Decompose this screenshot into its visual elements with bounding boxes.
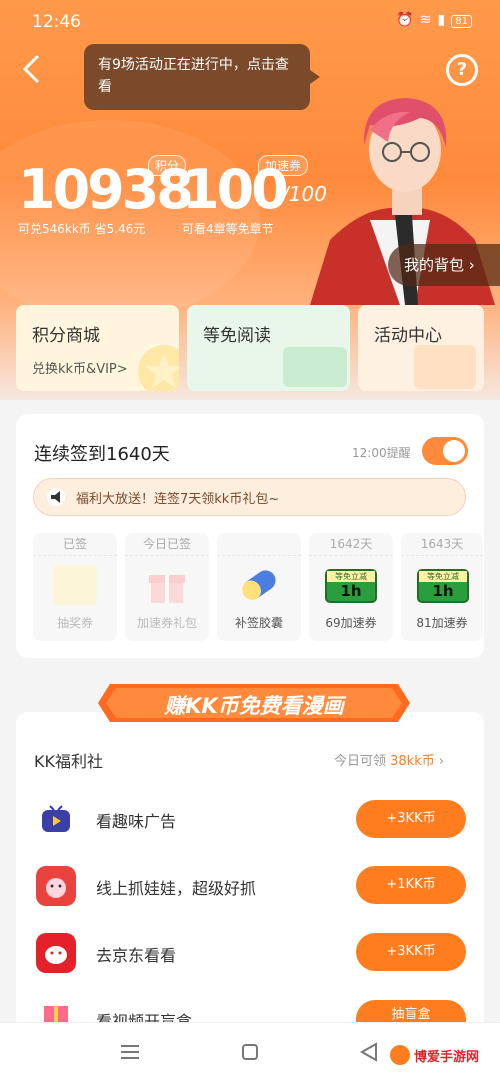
sign-in-title: 连续签到1640天	[34, 444, 170, 465]
chevron-right-icon: ›	[438, 754, 445, 769]
sign-day-4[interactable]: 1642天 等免立减 1h 69加速券	[309, 533, 393, 641]
signal-icon: ▮	[437, 12, 452, 28]
day-reward: 加速券礼包	[136, 616, 197, 630]
watermark-text: 博爱手游网	[414, 1050, 480, 1065]
jd-icon	[36, 933, 76, 973]
voucher-value: 1h	[340, 582, 362, 600]
battery-icon: 81	[451, 15, 472, 28]
my-bag-label: 我的背包	[404, 256, 465, 274]
wait-free-title: 等免阅读	[203, 326, 271, 346]
activity-center-card[interactable]: 活动中心	[358, 305, 484, 391]
day-header: 1642天	[309, 533, 393, 556]
welfare-claim-button[interactable]: +3KK币	[356, 800, 466, 838]
day-reward: 抽奖券	[56, 616, 93, 630]
gift-box-icon	[414, 345, 476, 389]
points-mall-card[interactable]: 积分商城 兑换kk币&VIP>	[16, 305, 179, 391]
voucher-icon	[283, 347, 347, 387]
menu-icon[interactable]	[120, 1043, 140, 1061]
day-reward: 69加速券	[325, 616, 377, 630]
activity-tooltip[interactable]: 有9场活动正在进行中，点击查看	[84, 44, 320, 110]
voucher-value: 1h	[432, 582, 454, 600]
speed-voucher-tag: 加速券	[258, 155, 309, 176]
sign-day-2[interactable]: 今日已签 加速券礼包	[125, 533, 209, 641]
activity-center-title: 活动中心	[374, 326, 442, 346]
status-icons: ⏰≋▮ 81	[396, 12, 472, 28]
welfare-claim-button[interactable]: +3KK币	[356, 933, 466, 971]
day-reward: 81加速券	[416, 616, 468, 630]
sign-day-1[interactable]: 已签 抽奖券	[33, 533, 117, 641]
day-header: 1643天	[401, 533, 483, 556]
tv-icon	[36, 800, 76, 840]
sign-day-5[interactable]: 1643天 等免立减 1h 81加速券	[401, 533, 483, 641]
lottery-ticket-icon	[53, 565, 97, 605]
megaphone-icon	[47, 488, 65, 506]
welfare-item-label: 看趣味广告	[96, 812, 177, 831]
points-subtitle: 可兑546kk币 省5.46元	[18, 222, 146, 236]
welfare-title: KK福利社	[34, 752, 103, 771]
speed-voucher-icon: 等免立减 1h	[417, 569, 469, 603]
sign-in-notice[interactable]: 福利大放送！连签7天领kk币礼包~	[33, 478, 466, 516]
remind-toggle[interactable]	[422, 437, 468, 465]
alarm-icon: ⏰	[396, 12, 420, 28]
points-tag: 积分	[148, 155, 187, 176]
notice-text: 福利大放送！连签7天领kk币礼包~	[76, 492, 280, 507]
status-bar: 12:46 ⏰≋▮ 81	[0, 0, 500, 44]
speed-voucher-subtitle: 可看4章等免章节	[182, 222, 274, 236]
welfare-claim-button[interactable]: +1KK币	[356, 866, 466, 904]
day-header	[217, 533, 301, 556]
speed-voucher-icon: 等免立减 1h	[325, 569, 377, 603]
banner-text: 赚KK币免费看漫画	[164, 694, 344, 718]
capsule-icon	[242, 570, 276, 600]
star-icon	[138, 345, 179, 391]
day-reward: 补签胶囊	[234, 616, 283, 630]
day-header: 已签	[33, 533, 117, 556]
clock: 12:46	[32, 12, 81, 32]
help-icon[interactable]: ?	[446, 54, 478, 86]
claw-machine-icon	[36, 866, 76, 906]
sign-day-3[interactable]: 补签胶囊	[217, 533, 301, 641]
home-icon[interactable]	[241, 1043, 259, 1061]
chevron-right-icon: ›	[468, 256, 475, 274]
wait-free-reading-card[interactable]: 等免阅读	[187, 305, 350, 391]
wifi-icon: ≋	[419, 12, 438, 28]
speed-voucher-total: /100	[282, 182, 327, 206]
voucher-top-label: 等免立减	[419, 571, 467, 582]
voucher-top-label: 等免立减	[327, 571, 375, 582]
welfare-item-label: 去京东看看	[96, 946, 177, 965]
welfare-item-label: 线上抓娃娃，超级好抓	[96, 879, 257, 898]
welfare-claim-button[interactable]: 抽盲盒	[356, 1000, 466, 1022]
day-header: 今日已签	[125, 533, 209, 556]
my-bag-button[interactable]: 我的背包 ›	[388, 244, 500, 286]
watermark-icon	[390, 1045, 410, 1065]
watermark-logo: 博爱手游网	[386, 1039, 492, 1071]
back-arrow-icon[interactable]	[20, 52, 54, 86]
today-available[interactable]: 今日可领 38kk币 ›	[334, 750, 444, 769]
toggle-knob	[443, 440, 465, 462]
back-icon[interactable]	[360, 1042, 378, 1062]
system-nav-bar: 博爱手游网	[0, 1022, 500, 1084]
gift-icon	[149, 575, 185, 603]
remind-label: 12:00提醒	[352, 446, 411, 460]
today-prefix: 今日可领	[334, 754, 391, 769]
today-amount: 38kk币	[390, 754, 435, 769]
